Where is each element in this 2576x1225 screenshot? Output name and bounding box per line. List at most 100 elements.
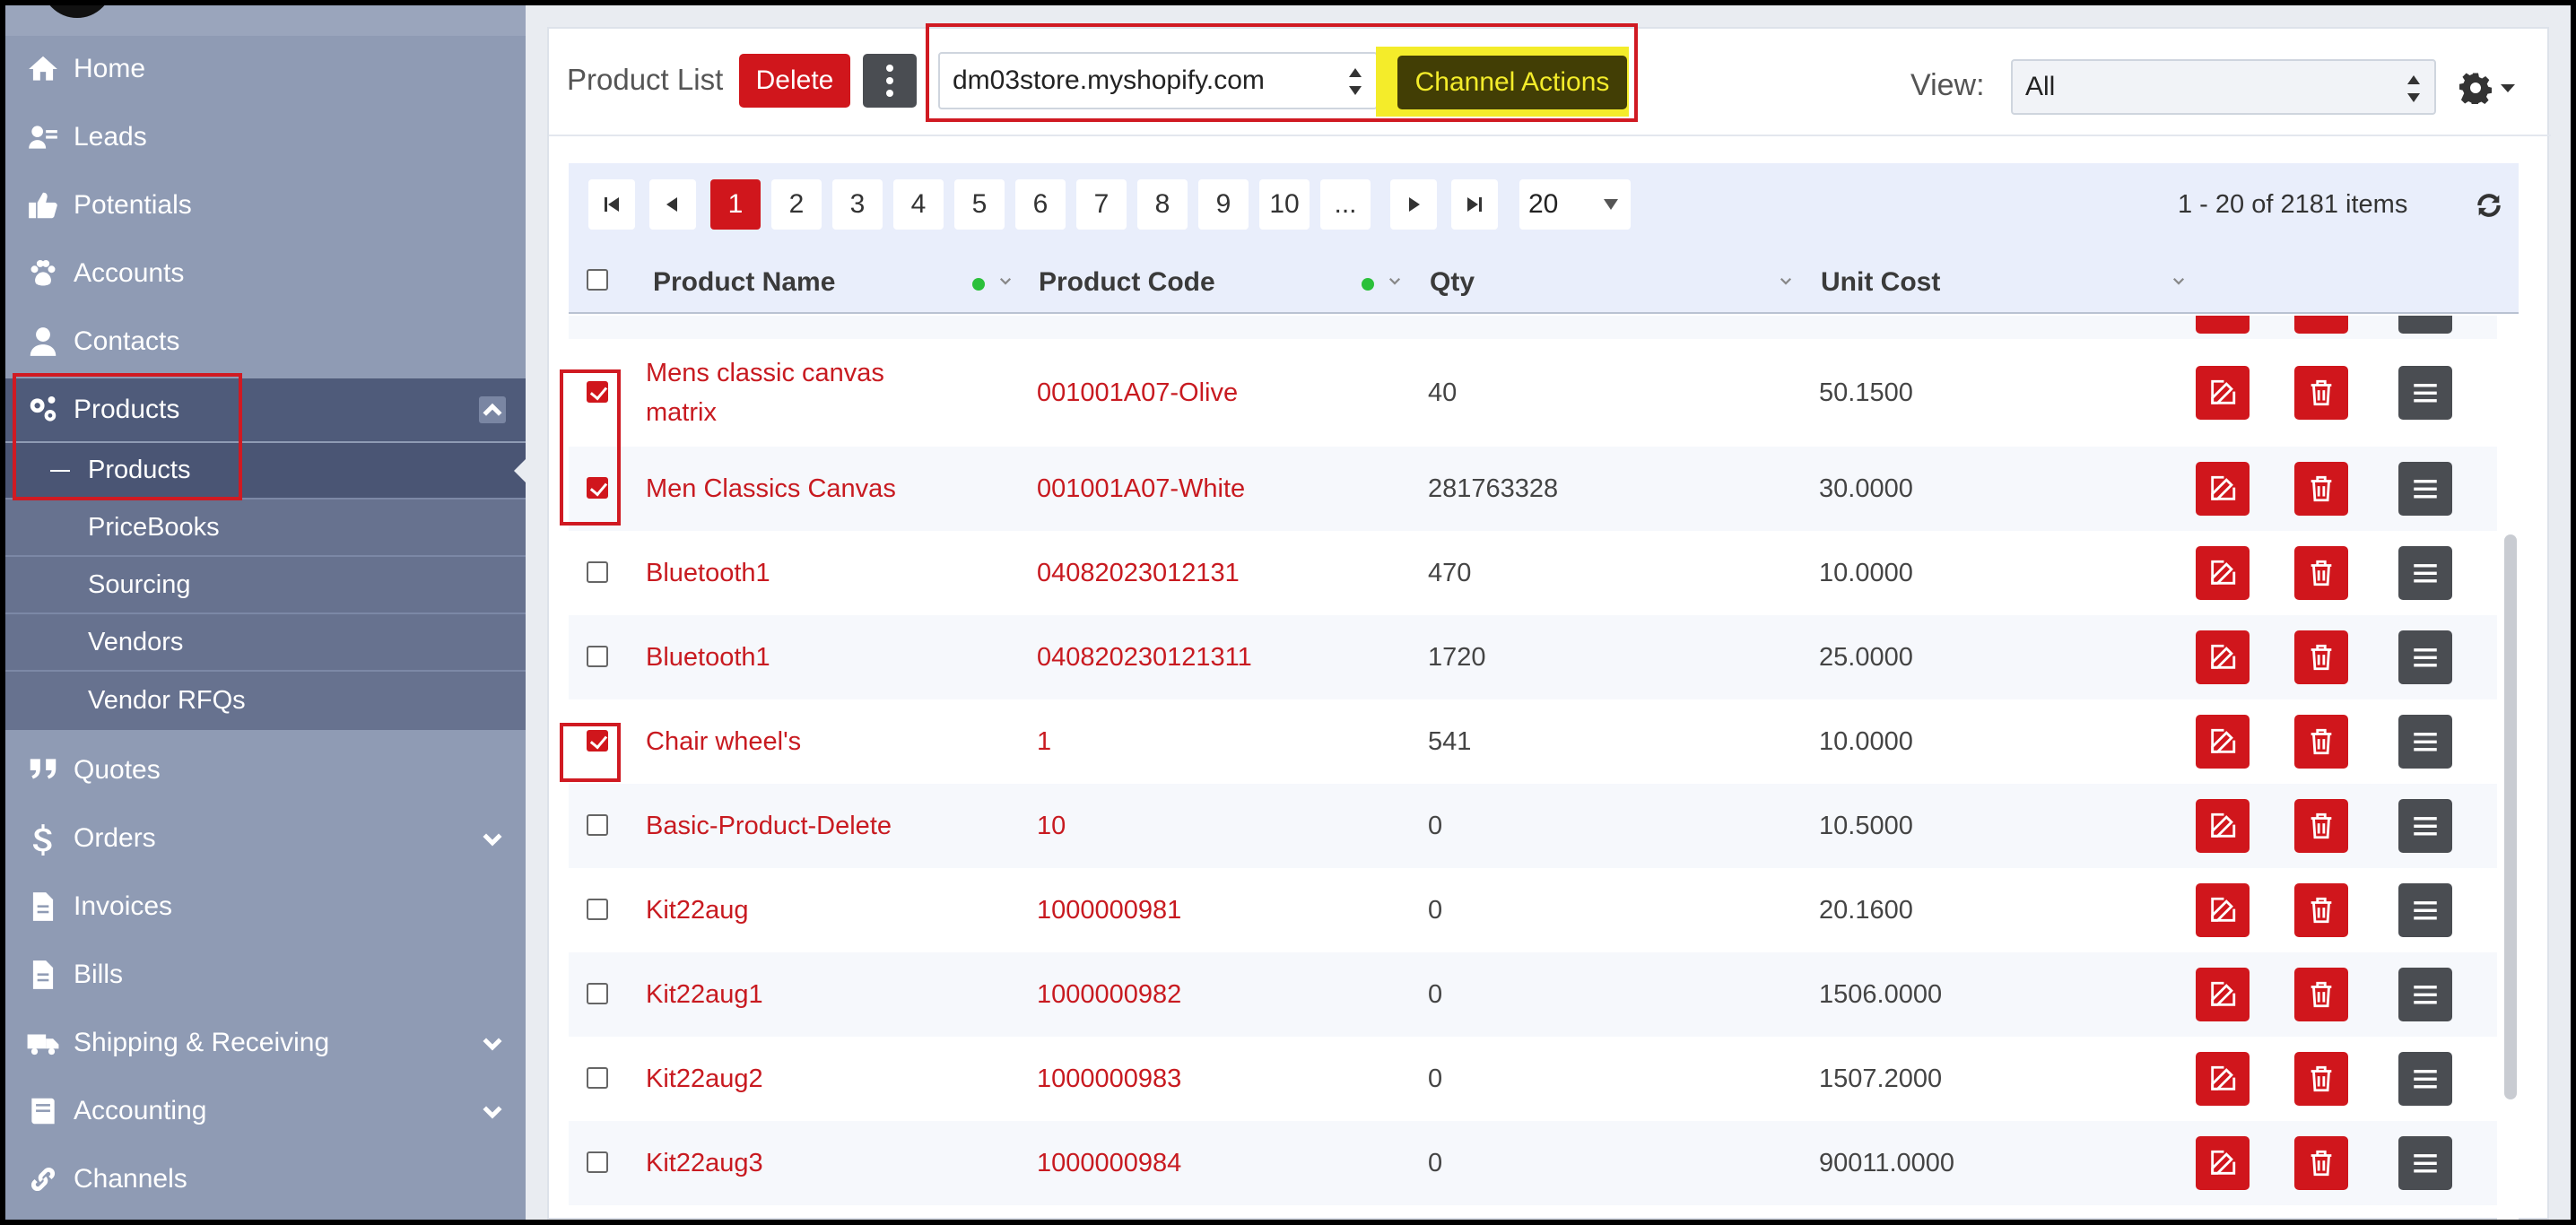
- column-header-product-name[interactable]: Product Name: [653, 267, 835, 298]
- row-menu-button[interactable]: [2398, 630, 2452, 684]
- edit-button[interactable]: [2196, 546, 2250, 600]
- row-menu-button[interactable]: [2398, 715, 2452, 769]
- chevron-down-icon[interactable]: [1387, 273, 1403, 289]
- sidebar-item-leads[interactable]: Leads: [5, 106, 526, 169]
- chevron-down-icon[interactable]: [1778, 273, 1794, 289]
- row-menu-button[interactable]: [2398, 799, 2452, 853]
- product-code-link[interactable]: 1000000981: [1037, 891, 1181, 930]
- row-menu-button[interactable]: [2398, 316, 2452, 334]
- page-size-select[interactable]: 20: [1519, 179, 1631, 230]
- column-header-unit-cost[interactable]: Unit Cost: [1821, 267, 1940, 298]
- row-menu-button[interactable]: [2398, 366, 2452, 420]
- row-checkbox[interactable]: [587, 1067, 608, 1089]
- submenu-item-products[interactable]: Products: [5, 443, 526, 500]
- last-page-button[interactable]: [1451, 179, 1498, 230]
- prev-page-button[interactable]: [649, 179, 696, 230]
- sidebar-item-quotes[interactable]: Quotes: [5, 739, 526, 802]
- product-name-link[interactable]: Kit22aug: [646, 891, 915, 930]
- edit-button[interactable]: [2196, 968, 2250, 1021]
- channel-actions-button[interactable]: Channel Actions: [1397, 56, 1627, 109]
- page-button[interactable]: 2: [771, 179, 822, 230]
- delete-row-button[interactable]: [2294, 316, 2348, 334]
- row-menu-button[interactable]: [2398, 968, 2452, 1021]
- page-button[interactable]: 6: [1015, 179, 1066, 230]
- edit-button[interactable]: [2196, 1136, 2250, 1190]
- delete-row-button[interactable]: [2294, 968, 2348, 1021]
- chevron-down-icon[interactable]: [2171, 273, 2187, 289]
- product-name-link[interactable]: Bluetooth1: [646, 553, 915, 593]
- submenu-item-vendor-rfqs[interactable]: Vendor RFQs: [5, 673, 526, 729]
- product-code-link[interactable]: 04082023012131: [1037, 553, 1240, 593]
- sidebar-item-shipping-receiving[interactable]: Shipping & Receiving: [5, 1012, 526, 1074]
- next-page-button[interactable]: [1390, 179, 1437, 230]
- product-name-link[interactable]: Mens classic canvas matrix: [646, 353, 915, 432]
- product-name-link[interactable]: Basic-Product-Delete: [646, 806, 915, 846]
- store-select[interactable]: dm03store.myshopify.com: [938, 52, 1378, 109]
- product-name-link[interactable]: Bluetooth1: [646, 638, 915, 677]
- delete-row-button[interactable]: [2294, 462, 2348, 516]
- page-button[interactable]: 10: [1259, 179, 1310, 230]
- sidebar-item-invoices[interactable]: Invoices: [5, 875, 526, 938]
- sidebar-item-orders[interactable]: Orders: [5, 807, 526, 870]
- chevron-down-icon[interactable]: [479, 825, 506, 852]
- product-name-link[interactable]: Kit22aug2: [646, 1059, 915, 1099]
- delete-row-button[interactable]: [2294, 883, 2348, 937]
- edit-button[interactable]: [2196, 630, 2250, 684]
- row-checkbox[interactable]: [587, 814, 608, 836]
- product-code-link[interactable]: 1000000984: [1037, 1143, 1181, 1183]
- delete-button[interactable]: Delete: [739, 54, 850, 108]
- delete-row-button[interactable]: [2294, 546, 2348, 600]
- edit-button[interactable]: [2196, 366, 2250, 420]
- sidebar-item-accounts[interactable]: Accounts: [5, 242, 526, 305]
- delete-row-button[interactable]: [2294, 715, 2348, 769]
- product-code-link[interactable]: 040820230121311: [1037, 638, 1252, 677]
- row-checkbox[interactable]: [587, 646, 608, 667]
- row-checkbox[interactable]: [587, 1151, 608, 1173]
- page-button[interactable]: 9: [1198, 179, 1249, 230]
- product-name-link[interactable]: Kit22aug3: [646, 1143, 915, 1183]
- row-checkbox[interactable]: [587, 477, 608, 499]
- page-button[interactable]: 8: [1137, 179, 1188, 230]
- product-code-link[interactable]: 1: [1037, 722, 1051, 761]
- delete-row-button[interactable]: [2294, 366, 2348, 420]
- edit-button[interactable]: [2196, 1052, 2250, 1106]
- settings-dropdown[interactable]: [2459, 70, 2531, 106]
- chevron-down-icon[interactable]: [479, 1030, 506, 1056]
- product-name-link[interactable]: Men Classics Canvas: [646, 469, 915, 508]
- select-all-checkbox[interactable]: [587, 269, 608, 291]
- sidebar-item-contacts[interactable]: Contacts: [5, 310, 526, 373]
- column-header-product-code[interactable]: Product Code: [1039, 267, 1215, 298]
- sidebar-item-accounting[interactable]: Accounting: [5, 1080, 526, 1142]
- first-page-button[interactable]: [588, 179, 635, 230]
- row-menu-button[interactable]: [2398, 1052, 2452, 1106]
- edit-button[interactable]: [2196, 715, 2250, 769]
- row-menu-button[interactable]: [2398, 883, 2452, 937]
- edit-button[interactable]: [2196, 799, 2250, 853]
- sidebar-item-channels[interactable]: Channels: [5, 1148, 526, 1211]
- row-checkbox[interactable]: [587, 381, 608, 403]
- row-checkbox[interactable]: [587, 730, 608, 752]
- more-options-button[interactable]: [863, 54, 917, 108]
- product-code-link[interactable]: 10: [1037, 806, 1066, 846]
- product-name-link[interactable]: Chair wheel's: [646, 722, 915, 761]
- scrollbar-thumb[interactable]: [2504, 534, 2517, 1099]
- delete-row-button[interactable]: [2294, 799, 2348, 853]
- submenu-item-vendors[interactable]: Vendors: [5, 615, 526, 672]
- page-button[interactable]: 5: [954, 179, 1005, 230]
- view-select[interactable]: All: [2011, 59, 2436, 115]
- row-checkbox[interactable]: [587, 561, 608, 583]
- page-button[interactable]: 3: [832, 179, 883, 230]
- edit-button[interactable]: [2196, 462, 2250, 516]
- submenu-item-pricebooks[interactable]: PriceBooks: [5, 500, 526, 557]
- product-code-link[interactable]: 001001A07-White: [1037, 469, 1245, 508]
- page-button[interactable]: 1: [710, 179, 761, 230]
- product-name-link[interactable]: Kit22aug1: [646, 975, 915, 1014]
- product-code-link[interactable]: 1000000982: [1037, 975, 1181, 1014]
- refresh-button[interactable]: [2474, 190, 2504, 221]
- edit-button[interactable]: [2196, 316, 2250, 334]
- page-button[interactable]: 4: [893, 179, 944, 230]
- more-pages-button[interactable]: ...: [1320, 179, 1371, 230]
- sidebar-item-home[interactable]: Home: [5, 38, 526, 100]
- submenu-item-sourcing[interactable]: Sourcing: [5, 558, 526, 614]
- sidebar-item-bills[interactable]: Bills: [5, 943, 526, 1006]
